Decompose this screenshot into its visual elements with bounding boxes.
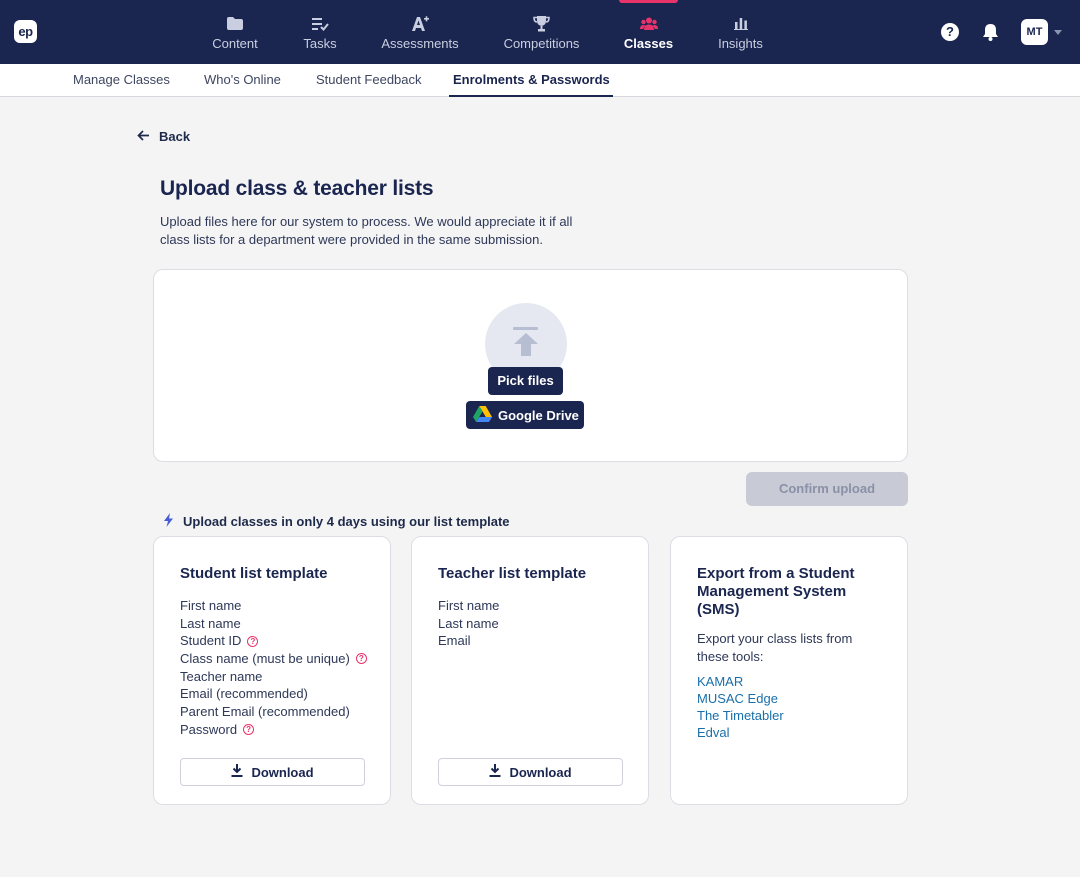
download-icon bbox=[231, 764, 243, 780]
nav-label: Assessments bbox=[381, 36, 459, 51]
list-item: Password? bbox=[180, 721, 367, 739]
top-navbar: ep Content Tasks Assessments Competition… bbox=[0, 0, 1080, 64]
sms-link-the-timetabler[interactable]: The Timetabler bbox=[697, 707, 784, 724]
sms-link-kamar[interactable]: KAMAR bbox=[697, 673, 784, 690]
nav-label: Competitions bbox=[503, 36, 580, 51]
help-circle-icon[interactable]: ? bbox=[243, 724, 255, 736]
google-drive-button[interactable]: Google Drive bbox=[466, 401, 584, 429]
nav-item-insights[interactable]: Insights bbox=[718, 0, 763, 64]
download-icon bbox=[489, 764, 501, 780]
list-item: Last name bbox=[438, 615, 499, 631]
list-item: First name bbox=[438, 598, 500, 613]
nav-item-content[interactable]: Content bbox=[212, 0, 258, 64]
page-description: Upload files here for our system to proc… bbox=[160, 214, 573, 247]
help-circle-icon[interactable]: ? bbox=[355, 653, 367, 665]
student-field-list: First name Last name Student ID? Class n… bbox=[180, 597, 367, 739]
student-template-card: Student list template First name Last na… bbox=[153, 536, 391, 805]
sub-navbar: Manage Classes Who's Online Student Feed… bbox=[0, 64, 1080, 97]
arrow-left-icon bbox=[137, 129, 150, 144]
nav-item-competitions[interactable]: Competitions bbox=[504, 0, 579, 64]
download-label: Download bbox=[251, 764, 314, 780]
tasks-icon bbox=[311, 15, 329, 32]
card-title: Export from a Student Management System … bbox=[697, 565, 855, 618]
pick-files-button[interactable]: Pick files bbox=[488, 367, 563, 395]
list-item: Email (recommended) bbox=[180, 686, 308, 702]
logo[interactable]: ep bbox=[14, 20, 37, 43]
promo-text: Upload classes in only 4 days using our … bbox=[183, 514, 510, 529]
chart-icon bbox=[732, 15, 750, 32]
help-icon[interactable]: ? bbox=[941, 23, 959, 41]
folder-icon bbox=[226, 15, 244, 32]
google-drive-label: Google Drive bbox=[498, 407, 579, 423]
nav-label: Content bbox=[212, 36, 258, 51]
nav-item-assessments[interactable]: Assessments bbox=[381, 0, 459, 64]
promo-banner: Upload classes in only 4 days using our … bbox=[163, 513, 510, 530]
list-item: First name bbox=[180, 598, 242, 613]
sms-link-musac-edge[interactable]: MUSAC Edge bbox=[697, 690, 784, 707]
bell-icon[interactable] bbox=[982, 23, 999, 41]
upload-dropzone[interactable]: Pick files Google Drive bbox=[153, 269, 908, 462]
google-drive-icon bbox=[473, 405, 492, 425]
nav-label: Tasks bbox=[303, 36, 337, 51]
nav-item-classes[interactable]: Classes bbox=[619, 0, 678, 64]
card-description: Export your class lists from these tools… bbox=[697, 631, 853, 664]
confirm-upload-button[interactable]: Confirm upload bbox=[746, 472, 908, 506]
download-teacher-template-button[interactable]: Download bbox=[438, 758, 623, 786]
tab-student-feedback[interactable]: Student Feedback bbox=[316, 64, 422, 97]
avatar[interactable]: MT bbox=[1021, 19, 1048, 45]
list-item: Teacher name bbox=[180, 668, 263, 684]
teacher-template-card: Teacher list template First name Last na… bbox=[411, 536, 649, 805]
tab-manage-classes[interactable]: Manage Classes bbox=[73, 64, 170, 97]
lightning-icon bbox=[163, 513, 174, 530]
list-item: Last name bbox=[180, 615, 241, 631]
nav-item-tasks[interactable]: Tasks bbox=[303, 0, 337, 64]
active-indicator bbox=[619, 0, 678, 3]
list-item: Student ID? bbox=[180, 632, 367, 650]
sms-link-list: KAMAR MUSAC Edge The Timetabler Edval bbox=[697, 673, 784, 741]
trophy-icon bbox=[533, 15, 551, 32]
page-title: Upload class & teacher lists bbox=[160, 177, 434, 200]
card-title: Student list template bbox=[180, 565, 328, 582]
card-title: Teacher list template bbox=[438, 565, 587, 582]
teacher-field-list: First name Last name Email bbox=[438, 597, 499, 650]
nav-label: Insights bbox=[718, 36, 763, 51]
back-label: Back bbox=[159, 129, 191, 144]
back-button[interactable]: Back bbox=[137, 129, 190, 144]
active-tab-underline bbox=[449, 95, 613, 97]
people-icon bbox=[639, 15, 658, 32]
help-circle-icon[interactable]: ? bbox=[247, 635, 259, 647]
download-student-template-button[interactable]: Download bbox=[180, 758, 365, 786]
chevron-down-icon[interactable] bbox=[1054, 30, 1062, 35]
tab-label: Enrolments & Passwords bbox=[453, 72, 610, 87]
sms-link-edval[interactable]: Edval bbox=[697, 724, 784, 741]
nav-label: Classes bbox=[623, 36, 674, 51]
list-item: Email bbox=[438, 633, 471, 649]
list-item: Parent Email (recommended) bbox=[180, 704, 350, 720]
tab-whos-online[interactable]: Who's Online bbox=[204, 64, 281, 97]
list-item: Class name (must be unique)? bbox=[180, 650, 367, 668]
sms-export-card: Export from a Student Management System … bbox=[670, 536, 908, 805]
tab-enrolments-passwords[interactable]: Enrolments & Passwords bbox=[449, 64, 613, 97]
assessment-icon bbox=[411, 15, 429, 32]
download-label: Download bbox=[509, 764, 572, 780]
